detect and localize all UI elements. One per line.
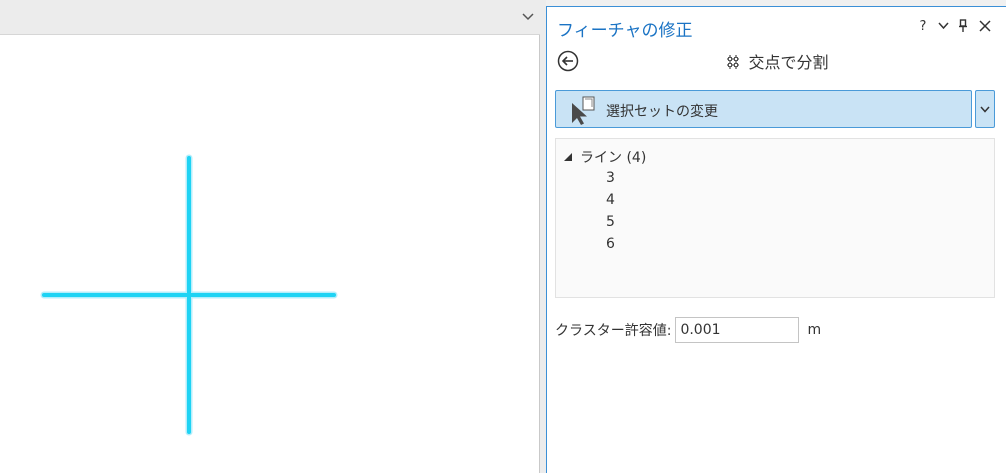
tool-title-label: 交点で分割 — [748, 53, 829, 72]
pin-icon[interactable] — [955, 18, 971, 34]
selection-chevron-down-icon[interactable] — [975, 90, 995, 128]
tree-group-label: ライン (4) — [580, 150, 647, 166]
close-icon[interactable] — [977, 18, 993, 34]
tree-item[interactable]: 5 — [606, 211, 615, 233]
pane-title: フィーチャの修正 — [557, 21, 693, 41]
map-tab-bar — [0, 0, 541, 35]
map-view[interactable] — [0, 35, 540, 473]
change-selection-dropdown[interactable]: 選択セットの変更 — [555, 90, 972, 128]
tree-item[interactable]: 6 — [606, 233, 615, 255]
tree-item[interactable]: 4 — [606, 189, 615, 211]
cluster-tolerance-input[interactable] — [675, 317, 800, 343]
help-button[interactable]: ? — [915, 18, 931, 34]
map-canvas[interactable] — [0, 35, 539, 473]
select-cursor-icon — [568, 95, 598, 129]
collapse-triangle-icon[interactable] — [564, 153, 572, 161]
tree-item[interactable]: 3 — [606, 167, 615, 189]
cluster-tolerance-label: クラスター許容値: — [555, 323, 672, 339]
cluster-tolerance-row: クラスター許容値: m — [555, 317, 821, 343]
tab-list-chevron-down-icon[interactable] — [521, 10, 535, 24]
change-selection-label: 選択セットの変更 — [606, 104, 718, 120]
tool-title: 交点で分割 — [547, 49, 1006, 75]
feature-tree: ライン (4) 3 4 5 6 — [555, 138, 995, 298]
options-chevron-down-icon[interactable] — [935, 18, 951, 34]
tree-item-list: 3 4 5 6 — [606, 167, 615, 255]
cluster-tolerance-unit: m — [807, 322, 822, 338]
split-at-intersection-icon — [724, 53, 742, 75]
modify-features-pane: フィーチャの修正 ? 交点で分割 選択セットの変更 ライン (4) 3 4 5 … — [546, 6, 1006, 473]
tree-group-lines[interactable]: ライン (4) — [564, 147, 646, 167]
